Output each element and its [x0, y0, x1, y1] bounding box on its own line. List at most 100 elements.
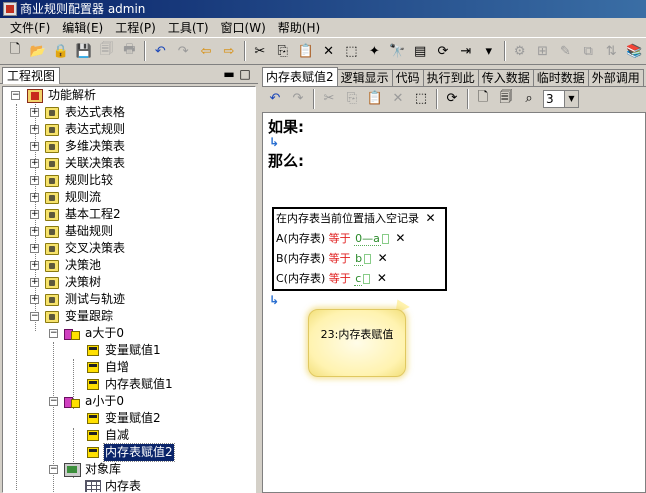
tab-temp-data[interactable]: 临时数据 [532, 69, 589, 86]
refresh-icon[interactable]: ⟳ [432, 40, 454, 62]
redo-icon[interactable]: ↷ [172, 40, 194, 62]
new-file-icon[interactable]: 🗋 [4, 40, 26, 62]
pin-icon[interactable]: ▬ [222, 68, 236, 82]
collapse-icon[interactable]: − [49, 397, 58, 406]
field-name: B(内存表) [276, 252, 326, 265]
undo-icon[interactable]: ↶ [149, 40, 171, 62]
back-arrow-icon[interactable]: ⇦ [195, 40, 217, 62]
expand-icon[interactable]: + [30, 278, 39, 287]
expand-icon[interactable]: + [30, 159, 39, 168]
menu-project[interactable]: 工程(P) [109, 19, 162, 37]
rule-add-icon[interactable]: ⊞ [532, 40, 554, 62]
expand-icon[interactable]: + [30, 295, 39, 304]
tree-node-label: 基础规则 [65, 224, 114, 238]
expression[interactable]: c [354, 272, 363, 286]
properties-icon[interactable]: ▤ [409, 40, 431, 62]
action-row[interactable]: A(内存表) 等于 0—a ✕ [276, 229, 405, 247]
operator[interactable]: 等于 [329, 272, 351, 285]
tab-run-to-here[interactable]: 执行到此 [422, 69, 479, 86]
delete-icon[interactable]: ✕ [318, 40, 340, 62]
save-icon[interactable]: 💾 [73, 40, 95, 62]
zoom-select[interactable]: 3 ▼ [543, 89, 579, 108]
collapse-icon[interactable]: − [11, 91, 20, 100]
menu-edit[interactable]: 编辑(E) [56, 19, 109, 37]
remove-row-icon[interactable]: ✕ [377, 271, 387, 285]
tab-external-call[interactable]: 外部调用 [587, 69, 644, 86]
find-icon[interactable]: 🔭 [386, 40, 408, 62]
page-copy-icon[interactable]: 🗐 [495, 88, 517, 110]
dropdown-arrow-icon[interactable]: ▾ [478, 40, 500, 62]
menu-window[interactable]: 窗口(W) [215, 19, 272, 37]
books-icon[interactable]: 📚 [623, 40, 645, 62]
close-icon[interactable]: □ [238, 68, 252, 82]
menu-tools[interactable]: 工具(T) [162, 19, 215, 37]
collapse-icon[interactable]: − [49, 329, 58, 338]
remove-row-icon[interactable]: ✕ [378, 251, 388, 265]
dropdown-arrow-icon[interactable]: ▼ [564, 90, 578, 107]
expression[interactable]: b [354, 252, 364, 266]
insert-arrow-icon[interactable]: ↳ [269, 293, 279, 307]
rule-copy-icon[interactable]: ⧉ [577, 40, 599, 62]
delete-icon[interactable]: ✕ [387, 88, 409, 110]
add-term-slot[interactable] [381, 234, 389, 244]
page-icon[interactable]: 🗋 [472, 88, 494, 110]
menu-file[interactable]: 文件(F) [4, 19, 56, 37]
menu-help[interactable]: 帮助(H) [272, 19, 326, 37]
tree-node-label: 关联决策表 [65, 156, 126, 170]
remove-action-icon[interactable]: ✕ [426, 211, 436, 225]
cut-icon[interactable]: ✂ [249, 40, 271, 62]
refresh-icon[interactable]: ⟳ [441, 88, 463, 110]
lock-icon[interactable]: 🔒 [50, 40, 72, 62]
paste-icon[interactable]: 📋 [295, 40, 317, 62]
copy-icon[interactable]: ⎘ [341, 88, 363, 110]
expand-icon[interactable]: + [30, 193, 39, 202]
project-view-title[interactable]: 工程视图 [2, 67, 61, 84]
expand-icon[interactable]: + [30, 210, 39, 219]
expand-icon[interactable]: + [30, 108, 39, 117]
tree-node-label: 表达式规则 [65, 122, 126, 136]
expand-icon[interactable]: + [30, 261, 39, 270]
tab-logic-view[interactable]: 逻辑显示 [336, 69, 393, 86]
operator[interactable]: 等于 [329, 232, 351, 245]
collapse-icon[interactable]: − [30, 312, 39, 321]
redo-icon[interactable]: ↷ [287, 88, 309, 110]
add-term-slot[interactable] [364, 254, 372, 264]
indent-icon[interactable]: ⇥ [455, 40, 477, 62]
save-all-icon[interactable]: 🗐 [96, 40, 118, 62]
insert-arrow-icon[interactable]: ↳ [269, 135, 279, 149]
copy-icon[interactable]: ⎘ [272, 40, 294, 62]
tab-input-data[interactable]: 传入数据 [477, 69, 534, 86]
expand-icon[interactable]: + [30, 227, 39, 236]
remove-row-icon[interactable]: ✕ [395, 231, 405, 245]
folder-icon [45, 277, 59, 289]
action-row-insert[interactable]: 在内存表当前位置插入空记录 ✕ [276, 209, 436, 227]
tab-code[interactable]: 代码 [391, 69, 424, 86]
rule-move-icon[interactable]: ⇅ [600, 40, 622, 62]
magic-wand-icon[interactable]: ✦ [363, 40, 385, 62]
expand-icon[interactable]: + [30, 125, 39, 134]
build-icon[interactable]: ⚙ [509, 40, 531, 62]
select-icon[interactable]: ⬚ [410, 88, 432, 110]
folder-icon [45, 124, 59, 136]
rule-edit-icon[interactable]: ✎ [554, 40, 576, 62]
collapse-icon[interactable]: − [49, 465, 58, 474]
project-view-panel: 工程视图 ▬ □ − 功能解析 + 表达式表格 + 表达式规则 + 多维决策表 … [0, 67, 258, 493]
expand-icon[interactable]: + [30, 176, 39, 185]
print-icon[interactable]: 🖶 [118, 40, 140, 62]
operator[interactable]: 等于 [329, 252, 351, 265]
expand-icon[interactable]: + [30, 142, 39, 151]
expand-icon[interactable]: + [30, 244, 39, 253]
action-row[interactable]: C(内存表) 等于 c ✕ [276, 269, 387, 287]
zoom-icon[interactable]: ⌕ [518, 88, 540, 110]
expression[interactable]: 0—a [354, 232, 381, 246]
open-folder-icon[interactable]: 📂 [27, 40, 49, 62]
add-term-slot[interactable] [363, 274, 371, 284]
forward-arrow-icon[interactable]: ⇨ [218, 40, 240, 62]
undo-icon[interactable]: ↶ [264, 88, 286, 110]
paste-icon[interactable]: 📋 [364, 88, 386, 110]
rule-canvas[interactable]: 如果: ↳ 那么: 在内存表当前位置插入空记录 ✕ A(内存表) 等于 0—a … [262, 112, 646, 493]
cut-icon[interactable]: ✂ [318, 88, 340, 110]
select-icon[interactable]: ⬚ [340, 40, 362, 62]
tab-memory-table-assign-2[interactable]: 内存表赋值2 [262, 67, 338, 86]
action-row[interactable]: B(内存表) 等于 b ✕ [276, 249, 388, 267]
